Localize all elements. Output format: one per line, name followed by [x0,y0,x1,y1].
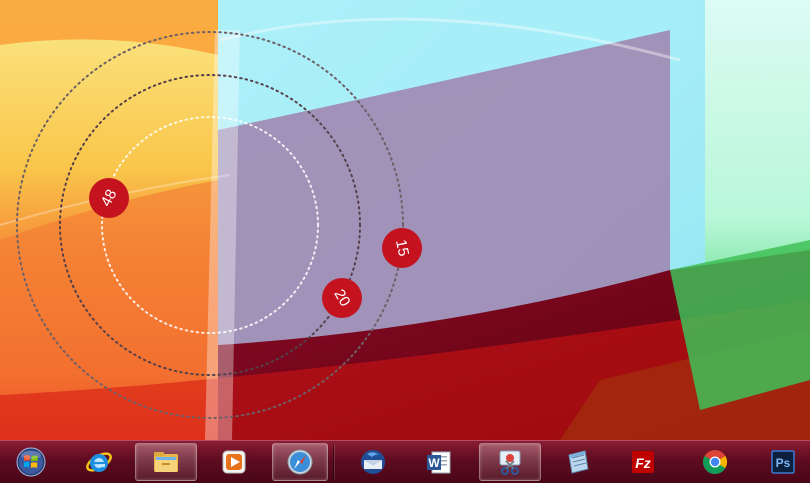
taskbar-internet-explorer[interactable] [72,443,126,481]
taskbar-filezilla[interactable]: Fz [616,443,670,481]
thunderbird-mail-icon [361,450,385,474]
taskbar-separator [333,445,334,479]
taskbar-photoshop[interactable]: Ps [756,443,810,481]
filezilla-icon-letters: Fz [635,455,651,471]
photoshop-icon: Ps [771,450,795,474]
radial-badge-15-label: 15 [392,238,412,258]
radial-menu: 48 20 15 [16,31,422,419]
taskbar: W Fz Ps [0,440,810,483]
taskbar-safari[interactable] [272,443,328,481]
word-icon: W [427,451,451,474]
taskbar-chrome[interactable] [688,443,742,481]
snipping-tool-icon [499,450,521,475]
taskbar-word[interactable]: W [412,443,466,481]
filezilla-icon: Fz [632,451,654,473]
windows-explorer-folder-icon [154,452,178,472]
internet-explorer-icon [86,452,112,472]
taskbar-media-player[interactable] [207,443,261,481]
notepad-icon [568,450,589,474]
radial-badge-48[interactable]: 48 [89,178,129,218]
word-icon-letter: W [428,456,440,470]
windows-media-player-icon [222,450,246,474]
windows-start-orb-icon [16,447,46,477]
radial-badge-20[interactable]: 20 [322,278,362,318]
radial-ring-middle [59,74,361,376]
taskbar-windows-explorer[interactable] [135,443,197,481]
taskbar-notepad[interactable] [551,443,605,481]
taskbar-snipping-tool[interactable] [479,443,541,481]
chrome-icon [702,450,728,475]
start-button[interactable] [4,443,58,481]
taskbar-thunderbird[interactable] [346,443,400,481]
safari-compass-icon [287,449,313,475]
radial-badge-15[interactable]: 15 [382,228,422,268]
radial-ring-outer [16,31,404,419]
photoshop-icon-letters: Ps [776,456,791,470]
radial-ring-inner [101,116,319,334]
desktop: 48 20 15 W Fz Ps [0,0,810,483]
